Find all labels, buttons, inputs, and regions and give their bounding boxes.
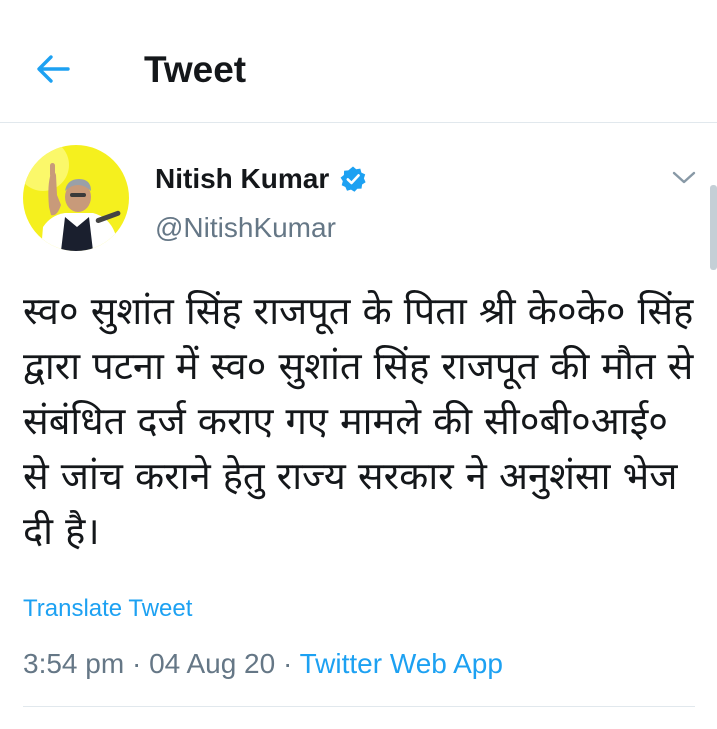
author-name[interactable]: Nitish Kumar	[155, 161, 329, 197]
divider	[23, 706, 695, 707]
author-name-row: Nitish Kumar	[155, 161, 367, 197]
author-handle[interactable]: @NitishKumar	[155, 210, 336, 246]
tweet-options-button[interactable]	[666, 163, 702, 193]
scrollbar[interactable]	[710, 185, 717, 270]
tweet-text: स्व० सुशांत सिंह राजपूत के पिता श्री के०…	[23, 289, 694, 553]
tweet-time: 3:54 pm	[23, 648, 125, 679]
page-title: Tweet	[144, 49, 247, 90]
meta-separator: ·	[124, 648, 150, 679]
meta-separator: ·	[275, 648, 300, 679]
tweet-source-link[interactable]: Twitter Web App	[300, 648, 503, 679]
tweet-date: 04 Aug 20	[149, 648, 276, 679]
verified-badge-icon	[340, 166, 366, 192]
tweet-metadata: 3:54 pm · 04 Aug 20 · Twitter Web App	[23, 646, 503, 682]
author-avatar[interactable]	[23, 145, 129, 251]
avatar-image	[23, 145, 129, 251]
top-app-bar: Tweet	[0, 0, 717, 123]
tweet-detail-screen: Tweet Nitish Kumar @NitishKumar स्व० सुश…	[0, 0, 717, 729]
translate-tweet-link[interactable]: Translate Tweet	[23, 594, 192, 624]
back-button[interactable]	[30, 46, 76, 92]
arrow-left-icon	[37, 55, 70, 83]
chevron-down-icon	[672, 171, 696, 184]
